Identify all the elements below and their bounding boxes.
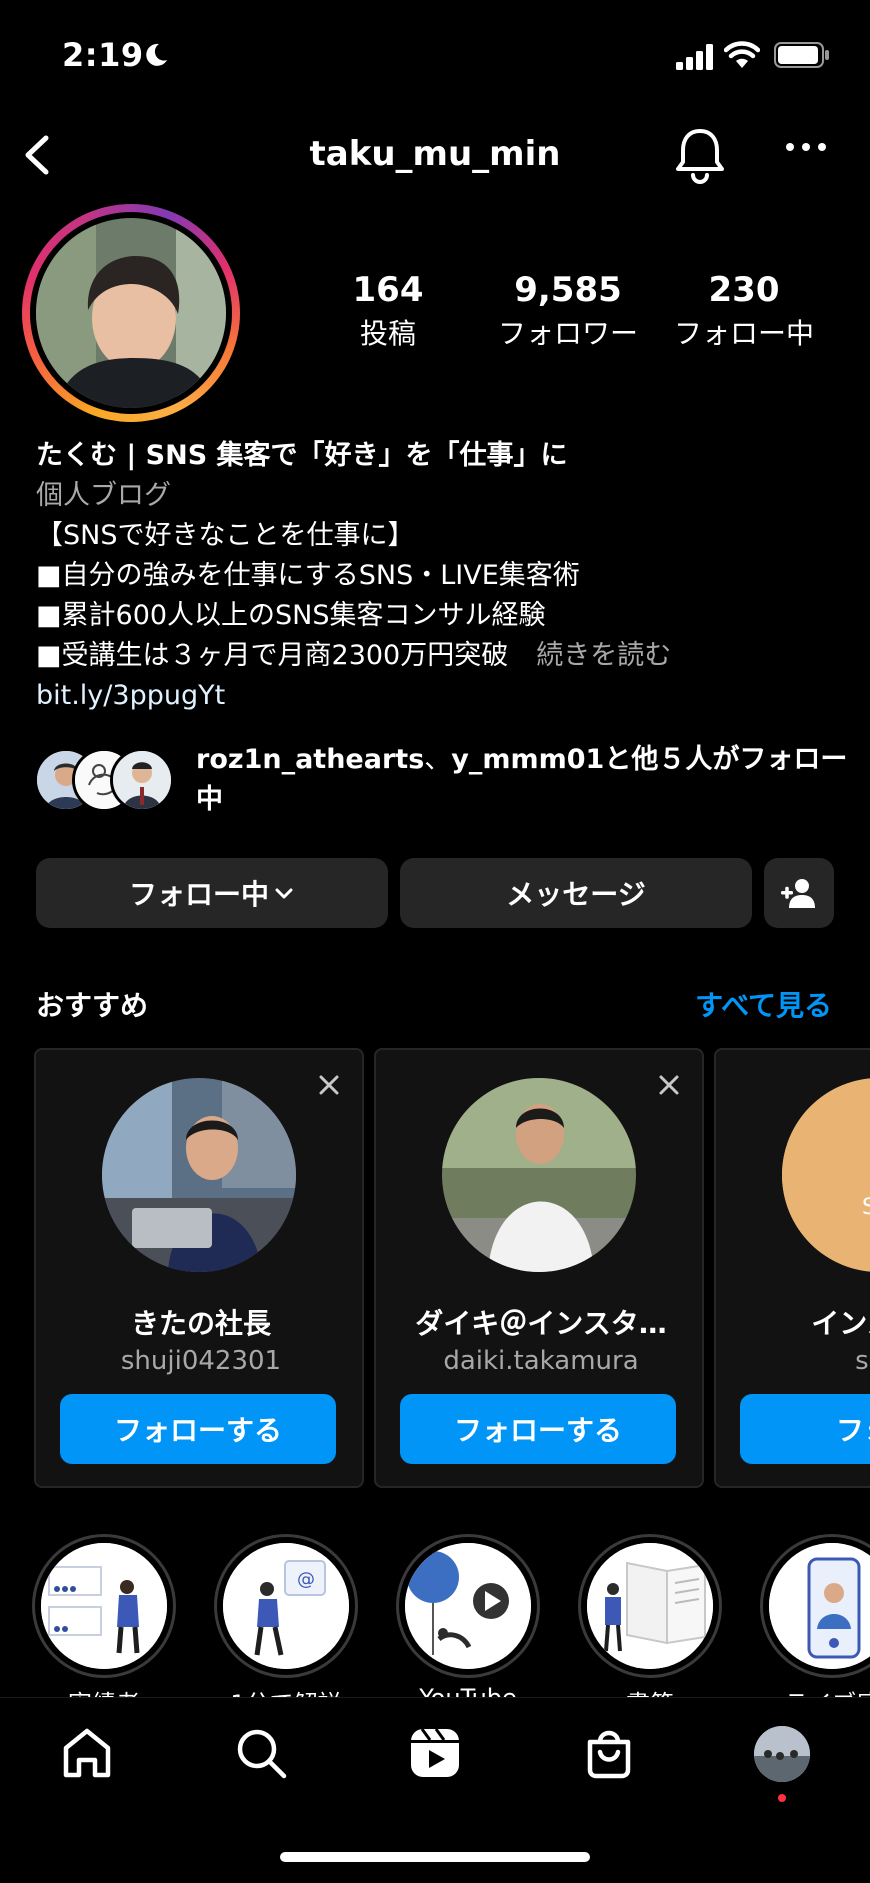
home-indicator <box>280 1852 590 1862</box>
profile-tab-avatar[interactable] <box>754 1726 810 1782</box>
suggestion-avatar: SAKI <box>782 1078 870 1272</box>
suggestion-avatar <box>102 1078 296 1272</box>
suggestion-card[interactable]: SAKI インスタ運 saki フォロ <box>714 1048 870 1488</box>
highlight-label: 1分で解説 <box>196 1684 376 1697</box>
svg-text:@: @ <box>297 1569 315 1590</box>
home-icon[interactable] <box>60 1726 114 1780</box>
close-icon[interactable] <box>658 1074 680 1096</box>
suggestion-username: saki <box>855 1346 870 1376</box>
suggestion-username: shuji042301 <box>120 1346 282 1376</box>
brand-text: SAKI <box>862 1195 870 1220</box>
content-clip: きたの社長 shuji042301 フォローする ダイキ＠インスタ… daiki… <box>0 0 870 1697</box>
story-highlight[interactable] <box>760 1534 870 1678</box>
shop-icon[interactable] <box>582 1726 636 1780</box>
search-icon[interactable] <box>234 1726 288 1780</box>
close-icon[interactable] <box>318 1074 340 1096</box>
follow-button[interactable]: フォローする <box>60 1394 336 1464</box>
story-highlight[interactable] <box>578 1534 722 1678</box>
suggestion-username: daiki.takamura <box>443 1346 639 1376</box>
story-highlight[interactable]: @ <box>214 1534 358 1678</box>
suggestion-name: ダイキ＠インスタ… <box>415 1307 667 1340</box>
suggestion-card[interactable]: ダイキ＠インスタ… daiki.takamura フォローする <box>374 1048 704 1488</box>
highlight-label: 書籍 <box>560 1684 740 1697</box>
suggestion-card[interactable]: きたの社長 shuji042301 フォローする <box>34 1048 364 1488</box>
reels-icon[interactable] <box>408 1726 462 1780</box>
suggestion-name: インスタ運 <box>811 1307 870 1340</box>
notification-dot <box>778 1794 786 1802</box>
highlight-label: 実績者 <box>14 1684 194 1697</box>
highlight-label: ライブ感 <box>742 1684 870 1697</box>
story-highlight[interactable] <box>32 1534 176 1678</box>
follow-button[interactable]: フォローする <box>400 1394 676 1464</box>
suggestion-avatar <box>442 1078 636 1272</box>
story-highlight[interactable] <box>396 1534 540 1678</box>
follow-button[interactable]: フォロ <box>740 1394 870 1464</box>
suggestion-name: きたの社長 <box>130 1307 271 1340</box>
highlight-label: YouTube <box>378 1684 558 1697</box>
